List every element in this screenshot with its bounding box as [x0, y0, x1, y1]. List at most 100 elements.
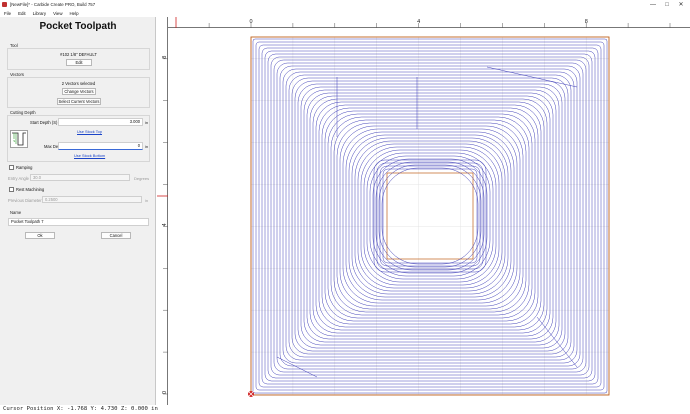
- ramping-checkbox[interactable]: [9, 165, 14, 170]
- toolpath-loop: [258, 44, 602, 388]
- toolpath-link: [486, 66, 578, 88]
- toolpath-loop: [267, 53, 593, 379]
- toolpath-loop: [315, 101, 545, 331]
- toolpath-loop: [279, 65, 581, 367]
- toolpath-loop: [360, 146, 500, 286]
- origin-marker: [247, 390, 255, 398]
- toolpath-loop: [288, 74, 572, 358]
- top-ruler-ticks: 0 4 8: [208, 19, 671, 28]
- toolpath-loop: [369, 155, 491, 277]
- minimize-button[interactable]: —: [646, 0, 660, 9]
- name-section-label: Name: [10, 210, 22, 215]
- toolpath-loop: [382, 168, 478, 264]
- menu-bar: File Edit Library View Help: [0, 9, 690, 17]
- max-depth-input[interactable]: 0: [58, 142, 143, 150]
- previous-diameter-input[interactable]: 0.2500: [42, 196, 142, 203]
- ruler-left-label: 0: [162, 391, 168, 394]
- menu-library[interactable]: Library: [33, 11, 46, 16]
- menu-help[interactable]: Help: [70, 11, 79, 16]
- edit-tool-button[interactable]: Edit: [66, 59, 92, 66]
- ruler-top-label: 0: [250, 19, 253, 25]
- toolpath-loop: [357, 143, 503, 289]
- pocket-toolpath: [252, 38, 608, 394]
- toolpath-loop: [339, 125, 521, 307]
- toolpath-loop: [300, 86, 560, 346]
- previous-diameter-unit: in: [145, 198, 149, 203]
- toolpath-loop: [303, 89, 557, 343]
- toolpath-loop: [372, 158, 488, 274]
- toolpath-link: [276, 356, 318, 378]
- toolpath-loop: [373, 159, 487, 273]
- tool-name: #102 1/8" DEFAULT: [60, 52, 97, 57]
- previous-diameter-label: Previous Diameter: [8, 198, 42, 203]
- change-vectors-button[interactable]: Change Vectors: [62, 88, 96, 95]
- toolpath-loop: [321, 107, 539, 325]
- menu-file[interactable]: File: [4, 11, 11, 16]
- depth-diagram: S: [10, 130, 28, 148]
- toolpath-loop: [282, 68, 578, 364]
- use-stock-bottom-link[interactable]: Use Stock Bottom: [74, 153, 105, 158]
- menu-view[interactable]: View: [53, 11, 62, 16]
- rest-machining-label: Rest Machining: [16, 187, 45, 192]
- toolpath-loop: [252, 38, 608, 394]
- use-stock-top-link[interactable]: Use Stock Top: [77, 129, 102, 134]
- app-icon: [2, 2, 7, 7]
- cancel-button[interactable]: Cancel: [101, 232, 131, 239]
- toolpath-loop: [336, 122, 524, 310]
- ruler-left-label: 4: [162, 223, 168, 226]
- toolpath-loop: [363, 149, 497, 283]
- panel-title: Pocket Toolpath: [39, 21, 117, 32]
- status-bar: Cursor Position X: -1.768 Y: 4.730 Z: 0.…: [0, 405, 690, 414]
- start-depth-input[interactable]: 3.000: [58, 118, 143, 126]
- menu-edit[interactable]: Edit: [18, 11, 26, 16]
- toolpath-name-input[interactable]: Pocket Toolpath 7: [8, 218, 149, 226]
- toolpath-loop: [330, 116, 530, 316]
- entry-angle-unit: Degrees: [134, 176, 150, 181]
- title-bar: [NewFile]* - Carbide Create PRO, Build 7…: [0, 0, 690, 9]
- vectors-count: 2 Vectors selected: [61, 81, 96, 86]
- toolpath-loop: [261, 47, 599, 385]
- max-depth-unit: in: [145, 144, 149, 149]
- ruler-top-label: 8: [585, 19, 588, 25]
- entry-angle-input[interactable]: 30.0: [30, 174, 130, 181]
- toolpath-loop: [348, 134, 512, 298]
- toolpath-loop: [381, 167, 479, 265]
- toolpath-panel: Pocket Toolpath Tool #102 1/8" DEFAULT E…: [0, 17, 156, 405]
- start-depth-label: Start Depth (S): [30, 120, 58, 125]
- canvas-grid: [250, 37, 609, 395]
- toolpath-loop: [255, 41, 605, 391]
- island-boundary: [386, 172, 474, 260]
- entry-angle-label: Entry Angle: [8, 176, 29, 181]
- window-title: [NewFile]* - Carbide Create PRO, Build 7…: [10, 2, 96, 7]
- toolpath-link: [536, 316, 578, 368]
- toolpath-loop: [309, 95, 551, 337]
- ramping-label: Ramping: [16, 165, 33, 170]
- toolpath-loop: [297, 83, 563, 349]
- toolpath-loop: [366, 152, 494, 280]
- maximize-button[interactable]: □: [660, 0, 674, 9]
- tool-group: #102 1/8" DEFAULT Edit: [7, 48, 150, 70]
- ruler-top-label: 4: [417, 19, 420, 25]
- toolpath-loop: [273, 59, 587, 373]
- toolpath-loop: [354, 140, 506, 292]
- depth-diagram-icon: S: [10, 130, 28, 148]
- design-canvas[interactable]: 0 4 8 8 4 0: [157, 17, 690, 405]
- toolpath-loop: [324, 110, 536, 322]
- start-depth-unit: in: [145, 120, 149, 125]
- toolpath-loop: [276, 62, 584, 370]
- toolpath-loop: [342, 128, 518, 304]
- toolpath-loop: [306, 92, 554, 340]
- window-controls: — □ ✕: [646, 0, 688, 9]
- close-button[interactable]: ✕: [674, 0, 688, 9]
- svg-text:S: S: [13, 139, 15, 143]
- left-ruler-ticks: 8 4 0: [162, 56, 168, 395]
- toolpath-loop: [318, 104, 542, 328]
- left-ruler: 8 4 0: [157, 17, 168, 405]
- toolpath-loop: [270, 56, 590, 376]
- toolpath-loop: [291, 77, 569, 355]
- vectors-group: 2 Vectors selected Change Vectors Select…: [7, 77, 150, 108]
- top-ruler: 0 4 8: [157, 17, 690, 28]
- rest-machining-checkbox[interactable]: [9, 187, 14, 192]
- select-current-vectors-button[interactable]: Select Current Vectors: [57, 98, 101, 105]
- ok-button[interactable]: Ok: [25, 232, 55, 239]
